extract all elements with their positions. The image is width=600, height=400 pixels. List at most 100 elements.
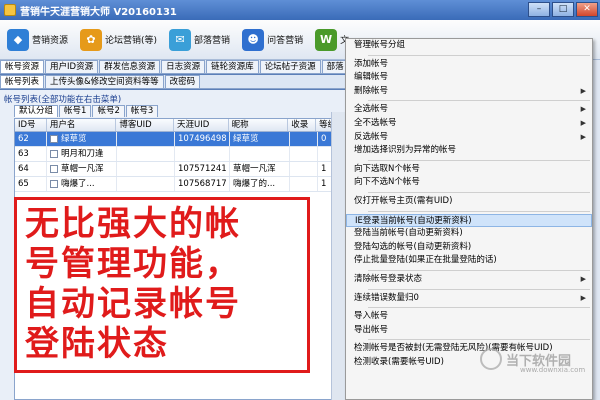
table-row[interactable]: 62 绿草览 107496498 绿草览 0 — [15, 132, 344, 147]
menu-item[interactable]: 全不选帐号 ▶ — [346, 117, 592, 131]
menu-item[interactable]: 登陆勾选的帐号(自动更新资料) — [346, 241, 592, 255]
tab-upload-avatar[interactable]: 上传头像&修改空间资料等等 — [45, 75, 164, 88]
table-row[interactable]: 63 明月和刀逢 — [15, 147, 344, 162]
mail-icon: ✉ — [169, 28, 192, 51]
dropbox-icon: ◆ — [7, 28, 29, 51]
cell-id: 62 — [15, 132, 47, 146]
menu-item[interactable]: 向下选取N个帐号 — [346, 163, 592, 177]
submenu-arrow-icon: ▶ — [580, 132, 586, 141]
menu-item-label: 删除帐号 — [354, 85, 389, 96]
menu-item-label: 添加帐号 — [354, 58, 389, 69]
tab-broadcast-resources[interactable]: 群发信息资源 — [99, 60, 161, 73]
tab-forum-posts[interactable]: 论坛帖子资源 — [259, 60, 321, 73]
menu-item[interactable]: IE登录当前帐号(自动更新资料) — [346, 213, 592, 228]
menu-item[interactable]: 导出帐号 — [346, 324, 592, 338]
col-header-nickname[interactable]: 昵称 — [229, 119, 289, 131]
menu-item[interactable]: 停止批量登陆(如果正在批量登陆的话) — [346, 254, 592, 268]
app-logo-icon — [4, 4, 16, 16]
menu-item[interactable]: 管理帐号分组 — [346, 39, 592, 53]
cell-tianya-uid: 107568717 — [175, 177, 230, 191]
tab-link-wheel[interactable]: 链轮资源库 — [206, 60, 259, 73]
col-header-indexed[interactable]: 收录 — [288, 119, 317, 131]
cell-blog-uid — [117, 147, 175, 161]
subtab-account1[interactable]: 帐号1 — [59, 105, 92, 117]
menu-item[interactable]: 删除帐号 ▶ — [346, 85, 592, 99]
minimize-button[interactable]: – — [528, 2, 550, 17]
toolbar-item-qa[interactable]: ☻ 问答营销 — [239, 24, 306, 56]
col-header-blog-uid[interactable]: 博客UID — [116, 119, 175, 131]
tab-log-resources[interactable]: 日志资源 — [161, 60, 206, 73]
group-label: 帐号列表(全部功能在右击菜单) — [4, 95, 122, 105]
cell-username: 明月和刀逢 — [47, 147, 117, 161]
col-header-id[interactable]: ID号 — [15, 119, 47, 131]
menu-item-label: 全不选帐号 — [354, 117, 397, 128]
toolbar-item-resources[interactable]: ◆ 营销资源 — [4, 24, 71, 56]
account-tabs: 帐号列表 上传头像&修改空间资料等等 改密码 — [0, 75, 345, 89]
cell-tianya-uid: 107496498 — [175, 132, 230, 146]
row-checkbox[interactable] — [50, 134, 58, 143]
window-title: 营销牛天涯营销大师 V20160131 — [20, 6, 177, 18]
window-controls: – □ ✕ — [528, 2, 598, 17]
menu-item-label: 增加选择识别为异常的帐号 — [354, 145, 457, 156]
toolbar-item-tribe[interactable]: ✉ 部落营销 — [166, 24, 233, 56]
subtab-account3[interactable]: 帐号3 — [125, 105, 159, 117]
tab-change-password[interactable]: 改密码 — [164, 75, 201, 88]
menu-item[interactable]: 向下不选N个帐号 — [346, 176, 592, 190]
menu-item[interactable]: 仅打开帐号主页(需有UID) — [346, 195, 592, 209]
menu-item[interactable]: 登陆当前帐号(自动更新资料) — [346, 227, 592, 241]
menu-item[interactable]: 全选帐号 ▶ — [346, 103, 592, 117]
menu-item-label: 清除帐号登录状态 — [354, 273, 423, 284]
toolbar-item-forum[interactable]: ✿ 论坛营销(等) — [77, 24, 160, 56]
maximize-button[interactable]: □ — [552, 2, 574, 17]
row-checkbox[interactable] — [50, 164, 58, 173]
menu-item-label: 导出帐号 — [354, 324, 389, 335]
toolbar-item-label: 部落营销 — [194, 36, 231, 46]
menu-item[interactable]: 编辑帐号 — [346, 71, 592, 85]
tab-account-resources[interactable]: 帐号资源 — [0, 60, 45, 73]
tab-account-list[interactable]: 帐号列表 — [0, 75, 45, 88]
cell-indexed — [290, 177, 318, 191]
menu-item-label: 向下选取N个帐号 — [354, 163, 420, 174]
col-header-tianya-uid[interactable]: 天涯UID — [174, 119, 229, 131]
menu-item[interactable]: 连续错误数量归0 ▶ — [346, 292, 592, 306]
watermark-logo-icon — [480, 348, 502, 370]
menu-item-label: 登陆勾选的帐号(自动更新资料) — [354, 241, 472, 252]
menu-item-label: 向下不选N个帐号 — [354, 177, 420, 188]
resource-tabs: 帐号资源 用户ID资源 群发信息资源 日志资源 链轮资源库 论坛帖子资源 部落 — [0, 60, 349, 74]
cell-blog-uid — [117, 132, 175, 146]
menu-item-label: 登陆当前帐号(自动更新资料) — [354, 228, 463, 239]
close-button[interactable]: ✕ — [576, 2, 598, 17]
title-bar: 营销牛天涯营销大师 V20160131 – □ ✕ — [0, 0, 600, 20]
context-menu: 管理帐号分组 添加帐号 编辑帐号 删除帐号 ▶ 全选帐号 ▶ 全不选帐号 ▶ 反选帐号 ▶ 增加选择识… — [345, 38, 593, 400]
cell-nickname — [230, 147, 290, 161]
table-row[interactable]: 64 草帽一凡浑 107571241 草帽一凡浑 1 — [15, 162, 344, 177]
grid-header: ID号 用户名 博客UID 天涯UID 昵称 收录 等级 注 — [15, 119, 344, 132]
row-checkbox[interactable] — [50, 179, 58, 188]
promo-line: 自动记录帐号 — [25, 284, 241, 324]
cell-username-text: 草帽一凡浑 — [61, 164, 104, 174]
col-header-username[interactable]: 用户名 — [47, 119, 117, 131]
group-subtabs: 默认分组 帐号1 帐号2 帐号3 — [14, 105, 159, 117]
menu-item-label: IE登录当前帐号(自动更新资料) — [355, 215, 472, 226]
cell-username-text: 绿草览 — [61, 134, 87, 144]
menu-item-label: 检测收录(需要帐号UID) — [354, 356, 444, 367]
row-checkbox[interactable] — [50, 149, 58, 158]
tab-userid-resources[interactable]: 用户ID资源 — [45, 60, 99, 73]
menu-item[interactable]: 增加选择识别为异常的帐号 — [346, 144, 592, 158]
table-row[interactable]: 65 嗨爆了... 107568717 嗨爆了的... 1 — [15, 177, 344, 192]
subtab-default-group[interactable]: 默认分组 — [14, 105, 59, 117]
promo-overlay: 无比强大的帐 号管理功能， 自动记录帐号 登陆状态 — [14, 197, 310, 373]
menu-item-label: 全选帐号 — [354, 104, 389, 115]
cell-username-text: 明月和刀逢 — [61, 149, 104, 159]
menu-item[interactable]: 清除帐号登录状态 ▶ — [346, 273, 592, 287]
watermark-url: www.downxia.com — [520, 366, 586, 374]
menu-item[interactable]: 添加帐号 — [346, 58, 592, 72]
cell-username: 嗨爆了... — [47, 177, 117, 191]
cell-id: 63 — [15, 147, 47, 161]
cell-username-text: 嗨爆了... — [61, 179, 95, 189]
subtab-account2[interactable]: 帐号2 — [92, 105, 125, 117]
cell-nickname: 嗨爆了的... — [230, 177, 290, 191]
grid-vertical-scrollbar[interactable] — [331, 112, 345, 400]
menu-item[interactable]: 反选帐号 ▶ — [346, 131, 592, 145]
menu-item[interactable]: 导入帐号 — [346, 310, 592, 324]
